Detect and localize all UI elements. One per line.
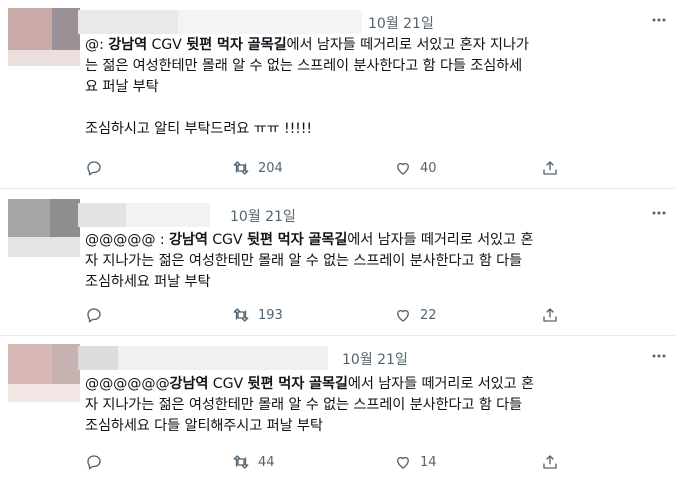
tweet-actions: 193 22 xyxy=(0,302,675,328)
tweet-text: @@@@@@강남역 CGV 뒷편 먹자 골목길에서 남자들 떼거리로 서있고 혼… xyxy=(85,374,534,437)
share-icon xyxy=(543,455,557,469)
like-count: 40 xyxy=(420,160,437,176)
user-name-blurred[interactable] xyxy=(78,10,362,34)
reply-icon xyxy=(87,161,101,176)
share-button[interactable] xyxy=(541,449,559,475)
tweet-text: @@@@@ : 강남역 CGV 뒷편 먹자 골목길에서 남자들 떼거리로 서있고… xyxy=(85,230,533,293)
like-button[interactable]: 22 xyxy=(394,302,437,328)
avatar[interactable] xyxy=(8,8,80,66)
more-icon[interactable] xyxy=(652,206,666,220)
tweet-text: @: 강남역 CGV 뒷편 먹자 골목길에서 남자들 떼거리로 서있고 혼자 지… xyxy=(85,35,529,140)
tweet-line xyxy=(85,98,529,119)
more-icon[interactable] xyxy=(652,349,666,363)
share-button[interactable] xyxy=(541,302,559,328)
tweet-line: 는 젊은 여성한테만 몰래 알 수 없는 스프레이 분사한다고 함 다들 조심하… xyxy=(85,58,523,74)
retweet-icon xyxy=(233,455,249,469)
like-count: 14 xyxy=(420,454,437,470)
tweet-line: 조심하세요 퍼날 부탁 xyxy=(85,274,211,290)
tweet-date[interactable]: 10월 21일 xyxy=(368,13,434,33)
retweet-count: 193 xyxy=(258,307,283,323)
share-icon xyxy=(543,308,557,322)
avatar[interactable] xyxy=(8,344,80,402)
tweet-line: @@@@@ : 강남역 CGV 뒷편 먹자 골목길에서 남자들 떼거리로 서있고… xyxy=(85,232,534,248)
like-count: 22 xyxy=(420,307,437,323)
tweet-actions: 204 40 xyxy=(0,155,675,181)
reply-button[interactable] xyxy=(85,302,103,328)
more-icon[interactable] xyxy=(652,13,666,27)
tweet-date[interactable]: 10월 21일 xyxy=(342,349,408,369)
tweet-line: 조심하시고 알티 부탁드려요 ㅠㅠ !!!!! xyxy=(85,121,312,137)
like-icon xyxy=(397,456,409,469)
share-button[interactable] xyxy=(541,155,559,181)
tweet-1[interactable]: 10월 21일 @: 강남역 CGV 뒷편 먹자 골목길에서 남자들 떼거리로 … xyxy=(0,0,675,189)
tweet-line: 요 퍼날 부탁 xyxy=(85,79,159,95)
tweet-line: 자 지나가는 젊은 여성한테만 몰래 알 수 없는 스프레이 분사한다고 함 다… xyxy=(85,253,523,269)
tweet-3[interactable]: 10월 21일 @@@@@@강남역 CGV 뒷편 먹자 골목길에서 남자들 떼거… xyxy=(0,336,675,480)
tweet-actions: 44 14 xyxy=(0,449,675,475)
tweet-line: 자 지나가는 젊은 여성한테만 몰래 알 수 없는 스프레이 분사한다고 함 다… xyxy=(85,397,523,413)
retweet-button[interactable]: 204 xyxy=(232,155,283,181)
retweet-count: 44 xyxy=(258,454,275,470)
retweet-count: 204 xyxy=(258,160,283,176)
retweet-icon xyxy=(233,161,249,175)
like-button[interactable]: 40 xyxy=(394,155,437,181)
reply-button[interactable] xyxy=(85,155,103,181)
tweet-line: @@@@@@강남역 CGV 뒷편 먹자 골목길에서 남자들 떼거리로 서있고 혼 xyxy=(85,376,534,392)
tweet-2[interactable]: 10월 21일 @@@@@ : 강남역 CGV 뒷편 먹자 골목길에서 남자들 … xyxy=(0,189,675,336)
like-button[interactable]: 14 xyxy=(394,449,437,475)
tweet-line: 조심하세요 다들 알티해주시고 퍼날 부탁 xyxy=(85,418,323,434)
reply-icon xyxy=(87,455,101,470)
user-name-blurred[interactable] xyxy=(78,346,328,370)
share-icon xyxy=(543,161,557,175)
retweet-button[interactable]: 44 xyxy=(232,449,275,475)
tweet-line: @: 강남역 CGV 뒷편 먹자 골목길에서 남자들 떼거리로 서있고 혼자 지… xyxy=(85,37,529,53)
reply-icon xyxy=(87,308,101,323)
retweet-icon xyxy=(233,308,249,322)
reply-button[interactable] xyxy=(85,449,103,475)
avatar[interactable] xyxy=(8,199,80,257)
like-icon xyxy=(397,309,409,322)
retweet-button[interactable]: 193 xyxy=(232,302,283,328)
like-icon xyxy=(397,162,409,175)
tweet-date[interactable]: 10월 21일 xyxy=(230,206,296,226)
user-name-blurred[interactable] xyxy=(78,203,210,227)
